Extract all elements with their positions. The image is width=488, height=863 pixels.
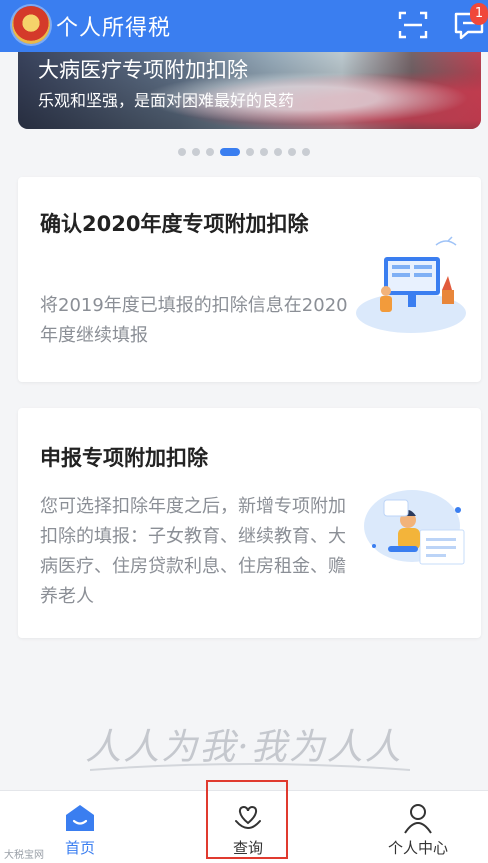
banner-title: 大病医疗专项附加扣除	[38, 58, 248, 82]
nav-profile[interactable]: 个人中心	[358, 791, 478, 863]
confirm-deduction-card[interactable]: 确认2020年度专项附加扣除 将2019年度已填报的扣除信息在2020年度继续填…	[18, 177, 481, 382]
scan-icon[interactable]	[397, 9, 429, 41]
carousel-dots[interactable]	[0, 145, 488, 159]
watermark: 大税宝网	[4, 850, 44, 861]
banner-subtitle: 乐观和坚强，是面对困难最好的良药	[38, 91, 295, 110]
carousel-dot[interactable]	[192, 148, 200, 156]
carousel-dot[interactable]	[206, 148, 214, 156]
app-header: 个人所得税 1	[0, 0, 488, 52]
person-icon	[404, 804, 432, 834]
tax-emblem-icon	[12, 6, 50, 44]
home-icon	[66, 805, 94, 831]
carousel-dot[interactable]	[288, 148, 296, 156]
carousel-dot[interactable]	[178, 148, 186, 156]
carousel-dot[interactable]	[260, 148, 268, 156]
card-description: 您可选择扣除年度之后，新增专项附加扣除的填报：子女教育、继续教育、大病医疗、住房…	[40, 496, 346, 607]
promo-banner[interactable]: 大病医疗专项附加扣除 乐观和坚强，是面对困难最好的良药	[18, 52, 481, 129]
carousel-dot[interactable]	[302, 148, 310, 156]
card-description: 将2019年度已填报的扣除信息在2020年度继续填报	[40, 295, 348, 346]
person-form-illustration	[364, 490, 465, 565]
desk-computer-illustration	[356, 236, 466, 333]
nav-profile-label: 个人中心	[387, 839, 448, 857]
declare-deduction-card[interactable]: 申报专项附加扣除 您可选择扣除年度之后，新增专项附加扣除的填报：子女教育、继续教…	[18, 408, 481, 638]
card-title: 申报专项附加扣除	[40, 446, 208, 470]
app-title: 个人所得税	[56, 16, 172, 41]
carousel-dot-active[interactable]	[220, 148, 240, 156]
slogan-underline	[90, 763, 410, 771]
card-title: 确认2020年度专项附加扣除	[40, 212, 309, 236]
message-badge: 1	[470, 3, 488, 25]
highlight-annotation-box	[206, 780, 288, 859]
carousel-dot[interactable]	[246, 148, 254, 156]
carousel-dot[interactable]	[274, 148, 282, 156]
